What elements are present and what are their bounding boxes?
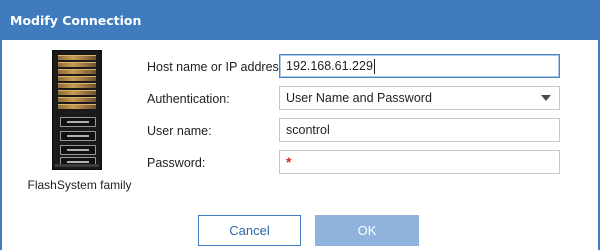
cancel-button[interactable]: Cancel <box>198 215 301 246</box>
authentication-label: Authentication: <box>147 92 230 106</box>
chevron-down-icon <box>541 95 551 101</box>
required-marker: * <box>286 154 292 170</box>
authentication-select[interactable]: User Name and Password <box>279 86 560 110</box>
password-input[interactable]: * <box>279 150 560 174</box>
device-caption: FlashSystem family <box>27 178 132 192</box>
dialog-title: Modify Connection <box>10 12 142 28</box>
password-label: Password: <box>147 156 206 170</box>
username-value: scontrol <box>286 123 330 137</box>
text-cursor <box>373 58 375 74</box>
dialog-titlebar: Modify Connection <box>2 0 600 40</box>
username-label: User name: <box>147 124 212 138</box>
host-input[interactable]: 192.168.61.229 <box>279 54 560 78</box>
username-input[interactable]: scontrol <box>279 118 560 142</box>
authentication-value: User Name and Password <box>286 91 432 105</box>
storage-server-icon <box>52 50 102 170</box>
modify-connection-dialog: Modify Connection FlashSystem family Hos… <box>0 0 600 250</box>
host-label: Host name or IP address: <box>147 60 289 74</box>
ok-button[interactable]: OK <box>315 215 419 246</box>
host-value: 192.168.61.229 <box>286 59 373 73</box>
